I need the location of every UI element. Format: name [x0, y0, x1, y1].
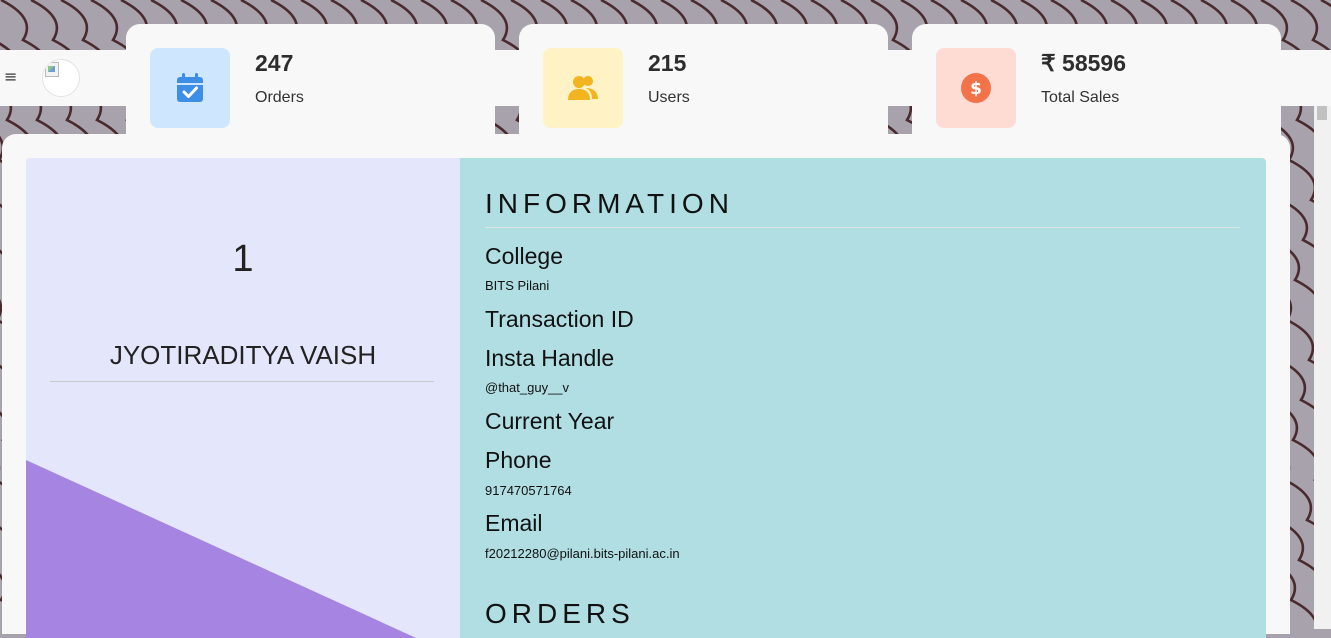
profile-divider [50, 381, 434, 382]
information-heading: INFORMATION [485, 188, 734, 219]
calendar-check-icon [177, 73, 203, 102]
profile-accent-shape [26, 460, 417, 638]
transaction-id-label: Transaction ID [485, 306, 634, 332]
email-value: f20212280@pilani.bits-pilani.ac.in [485, 546, 680, 561]
information-divider [485, 227, 1240, 228]
sales-icon-box: $ [936, 48, 1016, 128]
current-year-label: Current Year [485, 408, 615, 434]
broken-image-icon [45, 62, 59, 77]
users-count: 215 [648, 50, 687, 76]
orders-heading: ORDERS [485, 598, 635, 629]
profile-card: 1 JYOTIRADITYA VAISH [26, 158, 460, 638]
users-label: Users [648, 89, 690, 106]
profile-rank: 1 [232, 238, 254, 280]
users-icon-box [543, 48, 623, 128]
information-panel: INFORMATION College BITS Pilani Transact… [460, 158, 1266, 638]
dollar-icon: $ [961, 73, 991, 103]
orders-icon-box [150, 48, 230, 128]
orders-label: Orders [255, 89, 304, 106]
orders-count: 247 [255, 50, 294, 76]
college-value: BITS Pilani [485, 278, 550, 293]
sales-stat-card: $ ₹ 58596 Total Sales [912, 24, 1281, 140]
profile-name: JYOTIRADITYA VAISH [109, 340, 377, 370]
phone-value: 917470571764 [485, 483, 572, 498]
scrollbar[interactable] [1314, 106, 1331, 629]
sales-total: ₹ 58596 [1041, 50, 1126, 76]
insta-handle-value: @that_guy__v [485, 380, 570, 395]
menu-icon[interactable]: ≡ [4, 68, 17, 86]
sales-label: Total Sales [1041, 89, 1120, 106]
college-label: College [485, 243, 563, 269]
users-stat-card: 215 Users [519, 24, 888, 140]
orders-stat-card: 247 Orders [126, 24, 495, 140]
phone-label: Phone [485, 447, 552, 473]
scrollbar-thumb[interactable] [1317, 106, 1327, 120]
insta-handle-label: Insta Handle [485, 345, 615, 371]
svg-text:$: $ [970, 79, 982, 99]
email-label: Email [485, 510, 543, 536]
users-icon [568, 76, 598, 100]
logo-avatar[interactable] [42, 59, 80, 97]
